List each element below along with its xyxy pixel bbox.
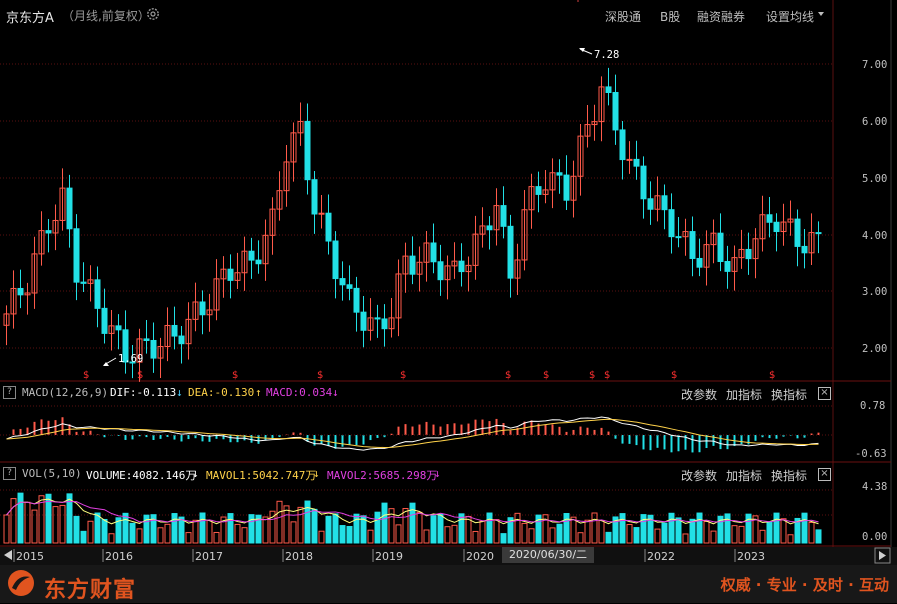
cursor-date: 2020/06/30/二 [502, 547, 594, 563]
svg-text:1.69: 1.69 [118, 353, 143, 365]
year-tick: 2023 [737, 550, 765, 563]
eastmoney-logo-icon [8, 570, 34, 596]
arrow-down-icon: ↓ [313, 467, 320, 480]
year-tick: 2017 [195, 550, 223, 563]
macd-add-indicator[interactable]: 加指标 [726, 386, 762, 403]
macd-dif-value: DIF:-0.113 [110, 386, 177, 399]
arrow-down-icon: ↓ [332, 386, 339, 399]
low-annotation: 1.69 [103, 353, 143, 366]
svg-text:$: $ [137, 370, 143, 381]
vol-axis-bottom: 0.00 [862, 531, 887, 543]
vol-change-params[interactable]: 改参数 [681, 467, 717, 484]
vol-title[interactable]: VOL(5,10) [22, 467, 82, 480]
price-tick: 3.00 [862, 286, 887, 298]
svg-text:$: $ [317, 370, 323, 381]
price-tick: 4.00 [862, 230, 887, 242]
macd-change-params[interactable]: 改参数 [681, 386, 717, 403]
vol-mavol1-value: MAVOL1:5042.747万 [206, 469, 317, 482]
macd-close-icon[interactable]: × [818, 387, 831, 400]
vol-close-icon[interactable]: × [818, 468, 831, 481]
macd-axis-top: 0.78 [860, 400, 885, 412]
svg-text:$: $ [232, 370, 238, 381]
year-tick: 2016 [105, 550, 133, 563]
svg-text:$: $ [83, 370, 89, 381]
price-tick: 5.00 [862, 173, 887, 185]
arrow-down-icon: ↓ [176, 386, 183, 399]
price-axis: 7.00 6.00 5.00 4.00 3.00 2.00 [862, 59, 887, 355]
arrow-down-icon: ↓ [192, 467, 199, 480]
svg-text:$: $ [604, 370, 610, 381]
price-tick: 2.00 [862, 343, 887, 355]
year-tick: 2019 [375, 550, 403, 563]
candlesticks [3, 67, 822, 382]
volume-bars [3, 492, 822, 544]
vol-volume-value: VOLUME:4082.146万 [86, 469, 197, 482]
brand-slogan: 权威 · 专业 · 及时 · 互动 [720, 576, 889, 594]
macd-switch-indicator[interactable]: 换指标 [771, 386, 807, 403]
vol-switch-indicator[interactable]: 换指标 [771, 467, 807, 484]
year-axis: 2015 2016 2017 2018 2019 2020 2022 2023 [13, 549, 765, 563]
arrow-up-icon: ↑ [255, 386, 262, 399]
brand-name: 东方财富 [44, 578, 137, 603]
price-tick: 7.00 [862, 59, 887, 71]
s-markers: $ $ $ $ $ $ $ $ $ $ $ [83, 370, 775, 381]
svg-text:$: $ [543, 370, 549, 381]
vol-help-icon[interactable]: ? [3, 467, 16, 480]
year-tick: 2022 [647, 550, 675, 563]
high-annotation: 7.28 [579, 48, 619, 61]
macd-help-icon[interactable]: ? [3, 386, 16, 399]
vol-add-indicator[interactable]: 加指标 [726, 467, 762, 484]
arrow-down-icon: ↓ [434, 467, 441, 480]
svg-text:$: $ [589, 370, 595, 381]
svg-text:$: $ [505, 370, 511, 381]
svg-text:$: $ [671, 370, 677, 381]
price-grid [0, 63, 833, 349]
macd-dea-value: DEA:-0.130 [188, 386, 255, 399]
macd-title[interactable]: MACD(12,26,9) [22, 386, 108, 399]
year-tick: 2015 [16, 550, 44, 563]
macd-macd-value: MACD:0.034 [266, 386, 333, 399]
svg-text:$: $ [769, 370, 775, 381]
vol-axis-top: 4.38 [862, 481, 887, 493]
price-tick: 6.00 [862, 116, 887, 128]
vol-mavol2-value: MAVOL2:5685.298万 [327, 469, 438, 482]
macd-axis-bottom: -0.63 [855, 448, 887, 460]
year-tick: 2020 [466, 550, 494, 563]
svg-text:$: $ [400, 370, 406, 381]
year-tick: 2018 [285, 550, 313, 563]
svg-text:7.28: 7.28 [594, 49, 619, 61]
